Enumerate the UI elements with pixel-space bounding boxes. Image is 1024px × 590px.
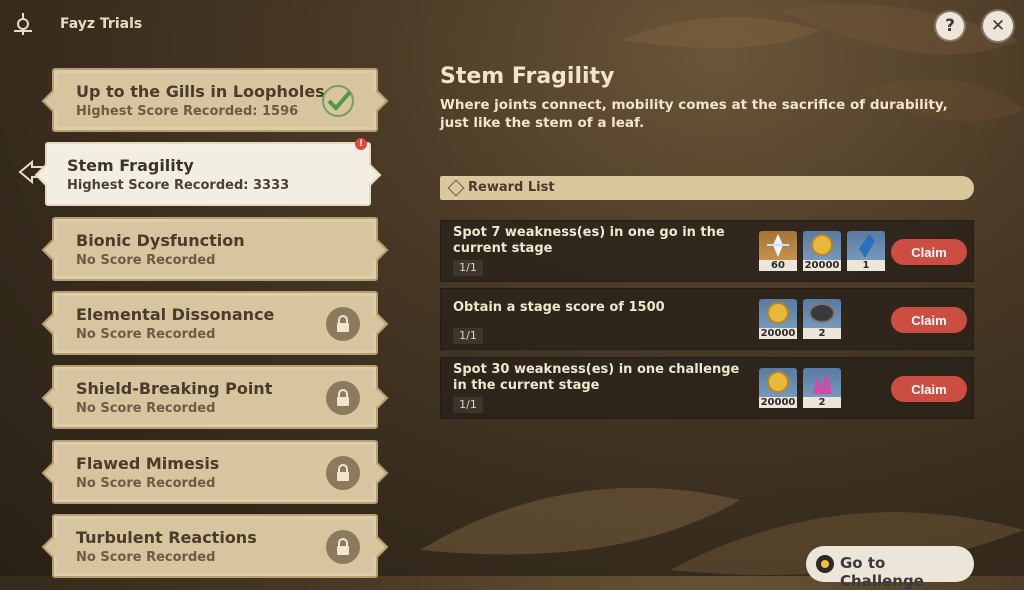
item-quantity: 20000 <box>759 397 797 408</box>
reward-objective: Obtain a stage score of 1500 <box>453 300 665 315</box>
trial-name: Bionic Dysfunction <box>76 231 245 250</box>
help-button[interactable]: ? <box>936 12 964 40</box>
trial-card[interactable]: Turbulent Reactions No Score Recorded <box>52 514 378 578</box>
reward-list-label: Reward List <box>468 180 555 195</box>
item-quantity: 20000 <box>803 260 841 271</box>
fayz-emblem-icon <box>14 13 32 35</box>
close-button[interactable]: ✕ <box>983 11 1013 41</box>
reward-row: Spot 30 weakness(es) in one challenge in… <box>440 357 974 419</box>
reward-progress: 1/1 <box>453 397 483 413</box>
trial-name: Shield-Breaking Point <box>76 379 273 398</box>
stage-title: Stem Fragility <box>440 64 615 89</box>
stage-description: Where joints connect, mobility comes at … <box>440 97 948 131</box>
trial-score: No Score Recorded <box>76 253 216 268</box>
close-icon: ✕ <box>990 16 1006 36</box>
reward-objective: Spot 7 weakness(es) in one go in the cur… <box>453 225 725 256</box>
lock-icon <box>326 381 360 415</box>
diamond-icon <box>447 179 465 197</box>
trial-card[interactable]: Flawed Mimesis No Score Recorded <box>52 440 378 504</box>
trial-name: Flawed Mimesis <box>76 454 220 473</box>
completed-check-icon <box>322 85 354 117</box>
window-title: Fayz Trials <box>60 16 143 32</box>
item-quantity: 60 <box>759 260 797 271</box>
trial-name: Up to the Gills in Loopholes <box>76 82 325 101</box>
trial-score: Highest Score Recorded: 1596 <box>76 104 299 119</box>
trial-card[interactable]: Bionic Dysfunction No Score Recorded <box>52 217 378 281</box>
claim-button[interactable]: Claim <box>891 376 967 402</box>
mora-icon[interactable]: 20000 <box>803 231 841 271</box>
reward-row: Obtain a stage score of 1500 1/1 20000 2… <box>440 288 974 350</box>
item-quantity: 1 <box>847 260 885 271</box>
top-bar: Fayz Trials ? ✕ <box>0 0 1024 50</box>
trial-card[interactable]: Elemental Dissonance No Score Recorded <box>52 291 378 355</box>
trial-score: No Score Recorded <box>76 401 216 416</box>
crystal-chunk-icon[interactable]: 2 <box>803 368 841 408</box>
new-reward-badge: ! <box>355 138 367 150</box>
go-to-challenge-button[interactable]: Go to Challenge <box>806 546 974 590</box>
trial-score: No Score Recorded <box>76 327 216 342</box>
trial-name: Turbulent Reactions <box>76 528 257 547</box>
trial-card-selected[interactable]: Stem Fragility Highest Score Recorded: 3… <box>45 138 371 206</box>
item-quantity: 2 <box>803 328 841 339</box>
primogem-icon[interactable]: 60 <box>759 231 797 271</box>
trial-name: Stem Fragility <box>67 156 194 175</box>
reward-list-header: Reward List <box>440 176 974 200</box>
trial-card[interactable]: Up to the Gills in Loopholes Highest Sco… <box>52 68 378 132</box>
reward-progress: 1/1 <box>453 328 483 344</box>
reward-row: Spot 7 weakness(es) in one go in the cur… <box>440 220 974 282</box>
ore-icon[interactable]: 2 <box>803 299 841 339</box>
go-to-challenge-label: Go to Challenge <box>840 554 924 590</box>
reward-objective: Spot 30 weakness(es) in one challenge in… <box>453 362 740 393</box>
lock-icon <box>326 307 360 341</box>
trial-score: No Score Recorded <box>76 476 216 491</box>
location-pin-icon <box>816 555 834 573</box>
claim-button[interactable]: Claim <box>891 239 967 265</box>
lock-icon <box>326 530 360 564</box>
mora-icon[interactable]: 20000 <box>759 368 797 408</box>
trial-score: Highest Score Recorded: 3333 <box>67 178 290 193</box>
claim-button[interactable]: Claim <box>891 307 967 333</box>
item-quantity: 2 <box>803 397 841 408</box>
reward-progress: 1/1 <box>453 260 483 276</box>
help-icon: ? <box>945 16 955 36</box>
mora-icon[interactable]: 20000 <box>759 299 797 339</box>
trial-score: No Score Recorded <box>76 550 216 565</box>
trial-card[interactable]: Shield-Breaking Point No Score Recorded <box>52 365 378 429</box>
item-quantity: 20000 <box>759 328 797 339</box>
trial-name: Elemental Dissonance <box>76 305 275 324</box>
crystal-icon[interactable]: 1 <box>847 231 885 271</box>
lock-icon <box>326 456 360 490</box>
